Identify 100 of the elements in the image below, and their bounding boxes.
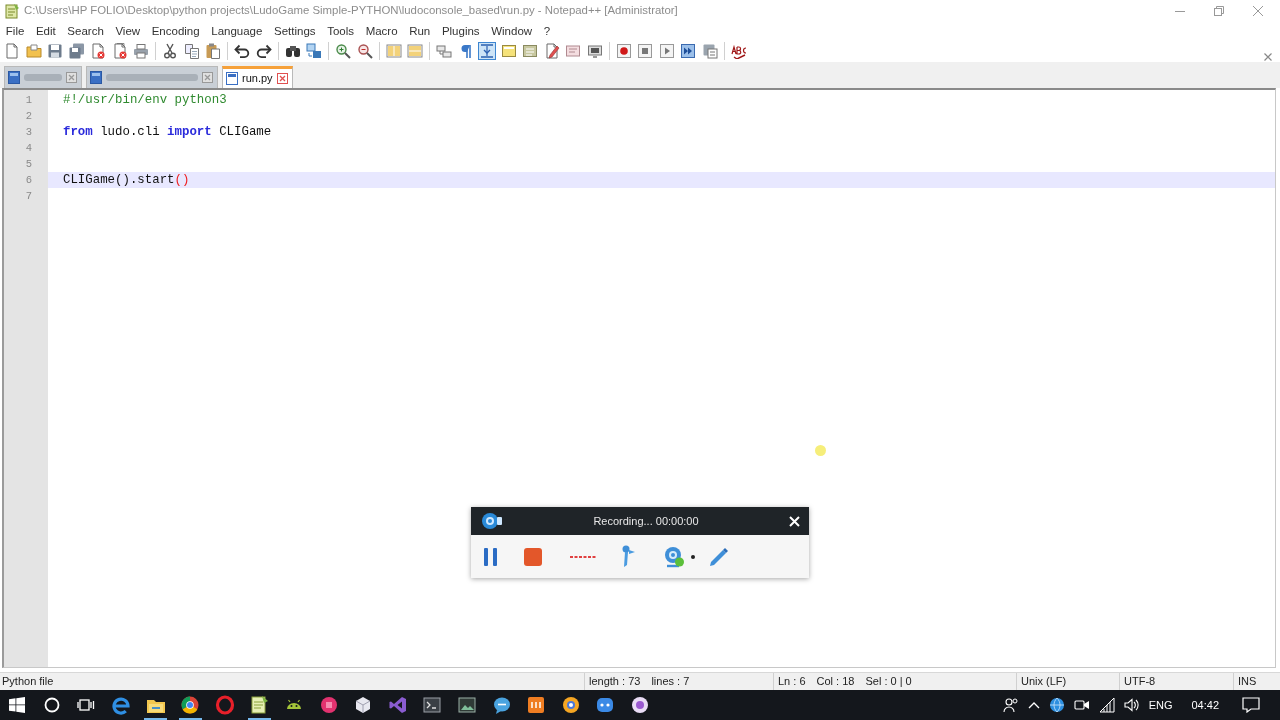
clock-text[interactable]: 04:42 <box>1191 696 1219 714</box>
menu-item[interactable]: Language <box>205 23 269 39</box>
line-number: 2 <box>24 109 33 124</box>
panel-icon[interactable] <box>500 43 517 59</box>
menu-item[interactable]: View <box>109 23 146 39</box>
menu-item[interactable]: Macro <box>359 23 404 39</box>
illegible-text <box>24 74 62 81</box>
status-text: UTF-8 <box>1124 674 1156 690</box>
document-cross-icon[interactable] <box>90 43 106 59</box>
rounded-tile-icon[interactable] <box>595 695 616 715</box>
file-tab[interactable]: run.py <box>222 66 293 88</box>
zoom-out-icon[interactable] <box>356 43 373 59</box>
zoom-in-icon[interactable] <box>335 43 351 59</box>
chat-bubble-icon[interactable] <box>491 695 512 715</box>
line-number: 1 <box>24 93 33 108</box>
clipboard-icon[interactable] <box>205 43 221 59</box>
chevron-up-icon[interactable] <box>1027 701 1040 709</box>
menu-item[interactable]: Plugins <box>436 23 486 39</box>
menu-item[interactable]: Search <box>61 23 110 39</box>
code-line: from ludo.cli import CLIGame <box>62 124 273 140</box>
menu-item[interactable]: Encoding <box>145 23 206 39</box>
status-text: lines : 7 <box>651 674 690 690</box>
menu-item[interactable]: Settings <box>268 23 322 39</box>
menu-item[interactable]: Tools <box>321 23 360 39</box>
documents-cross-icon[interactable] <box>111 43 128 59</box>
people-icon[interactable] <box>1002 697 1019 713</box>
menu-item[interactable]: Edit <box>30 23 62 39</box>
redo-icon[interactable] <box>255 43 272 59</box>
recording-status: Recording... 00:00:00 <box>592 513 700 529</box>
line-number: 4 <box>24 141 33 156</box>
binoculars-icon[interactable] <box>284 43 301 59</box>
ribbon-icon[interactable] <box>387 695 408 715</box>
copy-icon[interactable] <box>183 43 200 59</box>
status-text: INS <box>1238 674 1257 690</box>
task-view-icon[interactable] <box>77 697 96 713</box>
line-number: 3 <box>24 125 33 140</box>
pin-icon[interactable] <box>620 544 636 569</box>
spellcheck-icon[interactable] <box>730 43 747 59</box>
globe-icon[interactable] <box>1048 697 1065 713</box>
floppy-disks-icon[interactable] <box>68 43 85 59</box>
stop-icon[interactable] <box>524 547 542 566</box>
printer-icon[interactable] <box>133 43 149 59</box>
play-multiple-icon[interactable] <box>680 43 696 59</box>
monitor-icon[interactable] <box>586 43 603 59</box>
image-window-icon[interactable] <box>457 695 477 715</box>
file-tab[interactable] <box>86 66 218 88</box>
circle-icon[interactable] <box>43 697 60 713</box>
notification-icon[interactable] <box>1242 697 1260 713</box>
dot-icon[interactable] <box>691 554 695 559</box>
status-text: Unix (LF) <box>1021 674 1067 690</box>
tree-icon[interactable] <box>436 43 452 59</box>
replace-icon[interactable] <box>306 43 322 59</box>
browser-e-icon[interactable] <box>111 695 132 715</box>
window-title: C:\Users\HP FOLIO\Desktop\python projects\LudoGame Simple-PYTHON\ludoconsole_based\run.py - Notepad++ [Administrator] <box>24 3 678 19</box>
notepad-icon[interactable] <box>249 695 270 715</box>
ball-icon[interactable] <box>560 695 581 715</box>
indent-guide-icon[interactable] <box>479 43 495 59</box>
scissors-icon[interactable] <box>162 43 178 59</box>
camera-icon <box>481 511 503 531</box>
stop-icon[interactable] <box>637 43 653 59</box>
document-icon <box>90 71 102 84</box>
disc-icon[interactable] <box>630 695 650 715</box>
network-icon[interactable] <box>1098 697 1115 713</box>
line-number: 6 <box>24 173 33 188</box>
menu-item[interactable]: File <box>0 23 31 39</box>
video-camera-icon[interactable] <box>1073 697 1090 713</box>
highlight-dot-icon <box>815 445 826 456</box>
windows-logo-icon[interactable] <box>9 697 26 713</box>
document-icon <box>8 71 20 84</box>
floppy-list-icon[interactable] <box>701 43 718 59</box>
line-number: 5 <box>24 157 33 172</box>
ring-icon[interactable] <box>214 695 235 715</box>
file-tab[interactable] <box>4 66 82 88</box>
menu-item[interactable]: Run <box>403 23 437 39</box>
status-text: length : 73 <box>589 674 641 690</box>
pencil-document-icon[interactable] <box>543 43 560 59</box>
terminal-window-icon[interactable] <box>422 695 443 715</box>
undo-icon[interactable] <box>234 43 250 59</box>
document-list-icon[interactable] <box>565 43 581 59</box>
notepad-icon <box>4 3 20 19</box>
tile-icon[interactable] <box>526 695 547 715</box>
status-text: Col : 18 <box>816 674 855 690</box>
record-icon[interactable] <box>615 43 632 59</box>
document-icon[interactable] <box>4 43 20 59</box>
document-icon <box>226 72 238 85</box>
dashed-line-icon[interactable] <box>570 554 596 559</box>
restore-icon[interactable] <box>1214 6 1224 16</box>
pause-icon[interactable] <box>484 547 497 566</box>
list-panel-icon[interactable] <box>522 43 538 59</box>
color-wheel-icon[interactable] <box>180 695 201 715</box>
pencil-icon[interactable] <box>708 545 730 568</box>
menu-item[interactable]: ? <box>537 23 556 39</box>
status-text: Python file <box>2 674 54 690</box>
play-icon[interactable] <box>658 43 675 59</box>
language-indicator[interactable]: ENG <box>1148 696 1173 714</box>
webcam-icon[interactable] <box>663 545 685 568</box>
menu-item[interactable]: Window <box>485 23 538 39</box>
volume-icon[interactable] <box>1123 697 1140 713</box>
disc-icon[interactable] <box>318 695 339 715</box>
code-line: #!/usr/bin/env python3 <box>62 92 228 108</box>
